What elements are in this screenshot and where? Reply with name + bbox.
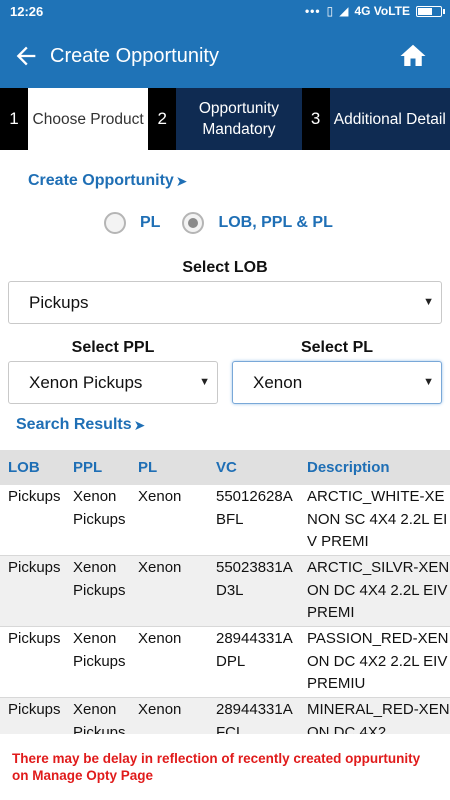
search-results-table: LOB PPL PL VC Description Pickups Xenon …: [0, 450, 450, 769]
cell-lob: Pickups: [8, 630, 61, 647]
search-results-label: Search Results: [16, 416, 132, 433]
table-header: LOB PPL PL VC Description: [0, 450, 450, 485]
delay-notice: There may be delay in reflection of rece…: [0, 734, 450, 800]
cell-lob: Pickups: [8, 559, 61, 576]
tab-choose-product[interactable]: Choose Product: [27, 88, 149, 150]
tab-additional-detail[interactable]: Additional Detail: [329, 88, 450, 150]
signal-icon: ◢: [339, 4, 349, 18]
cell-vc: 28944331ADPL: [216, 630, 293, 670]
arrow-right-icon: ➤: [133, 416, 146, 433]
home-icon[interactable]: [398, 41, 428, 71]
product-filter-radio-group: PL LOB, PPL & PL: [104, 212, 355, 234]
header-pl: PL: [138, 459, 158, 476]
vibrate-icon: ▯: [326, 4, 334, 18]
ppl-dropdown-value: Xenon Pickups: [29, 372, 143, 392]
radio-lob-ppl-pl-label[interactable]: LOB, PPL & PL: [218, 214, 332, 232]
create-opportunity-label: Create Opportunity: [28, 172, 174, 189]
dropdown-caret-icon: ▼: [199, 376, 210, 388]
dropdown-caret-icon: ▼: [423, 296, 434, 308]
cell-lob: Pickups: [8, 488, 61, 505]
cell-vc: 55023831AD3L: [216, 559, 293, 599]
pl-dropdown[interactable]: Xenon ▼: [232, 361, 442, 404]
table-row[interactable]: Pickups Xenon Pickups Xenon 28944331ADPL…: [0, 627, 450, 698]
cell-ppl: Xenon Pickups: [73, 630, 126, 670]
cell-description: ARCTIC_SILVR-XENON DC 4X4 2.2L EIV PREMI: [307, 559, 450, 621]
radio-lob-ppl-pl[interactable]: [182, 212, 205, 234]
table-row[interactable]: Pickups Xenon Pickups Xenon 55012628ABFL…: [0, 485, 450, 556]
status-indicators: ••• ▯ ◢ 4G VoLTE: [304, 4, 445, 18]
table-row[interactable]: Pickups Xenon Pickups Xenon 55023831AD3L…: [0, 556, 450, 627]
cell-vc: 55012628ABFL: [216, 488, 293, 528]
cell-description: PASSION_RED-XENON DC 4X2 2.2L EIV PREMIU: [307, 630, 449, 692]
search-results-link[interactable]: Search Results ➤: [16, 416, 145, 434]
status-time: 12:26: [10, 4, 44, 19]
network-label: 4G VoLTE: [354, 4, 410, 18]
create-opportunity-link[interactable]: Create Opportunity ➤: [28, 172, 188, 190]
cell-pl: Xenon: [138, 630, 182, 647]
stepper: 1 Choose Product 2 Opportunity Mandatory…: [0, 88, 450, 150]
header-description: Description: [307, 459, 390, 476]
select-ppl-label: Select PPL: [71, 339, 155, 356]
lob-dropdown[interactable]: Pickups ▼: [8, 281, 442, 324]
cell-pl: Xenon: [138, 488, 182, 505]
select-lob-label: Select LOB: [182, 259, 268, 276]
page-title: Create Opportunity: [50, 45, 219, 67]
battery-icon: [416, 5, 445, 17]
step-3-number: 3: [301, 88, 330, 150]
cell-ppl: Xenon Pickups: [73, 559, 126, 599]
step-1-number: 1: [0, 88, 28, 150]
lob-dropdown-value: Pickups: [29, 292, 89, 312]
cell-pl: Xenon: [138, 559, 182, 576]
back-arrow-icon[interactable]: [12, 42, 40, 70]
dropdown-caret-icon: ▼: [423, 376, 434, 388]
ppl-dropdown[interactable]: Xenon Pickups ▼: [8, 361, 218, 404]
cell-ppl: Xenon Pickups: [73, 488, 126, 528]
radio-pl-label[interactable]: PL: [140, 214, 160, 232]
header-lob: LOB: [8, 459, 40, 476]
app-bar: Create Opportunity: [0, 24, 450, 88]
step-2-number: 2: [148, 88, 177, 150]
arrow-right-icon: ➤: [175, 172, 188, 189]
radio-pl[interactable]: [104, 212, 126, 234]
cell-description: ARCTIC_WHITE-XENON SC 4X4 2.2L EIV PREMI: [307, 488, 448, 550]
header-vc: VC: [216, 459, 237, 476]
tab-opportunity-mandatory[interactable]: Opportunity Mandatory: [176, 88, 302, 150]
select-pl-label: Select PL: [300, 339, 374, 356]
pl-dropdown-value: Xenon: [253, 372, 303, 392]
header-ppl: PPL: [73, 459, 103, 476]
status-bar: 12:26 ••• ▯ ◢ 4G VoLTE: [0, 0, 450, 24]
notification-dots-icon: •••: [304, 4, 321, 18]
